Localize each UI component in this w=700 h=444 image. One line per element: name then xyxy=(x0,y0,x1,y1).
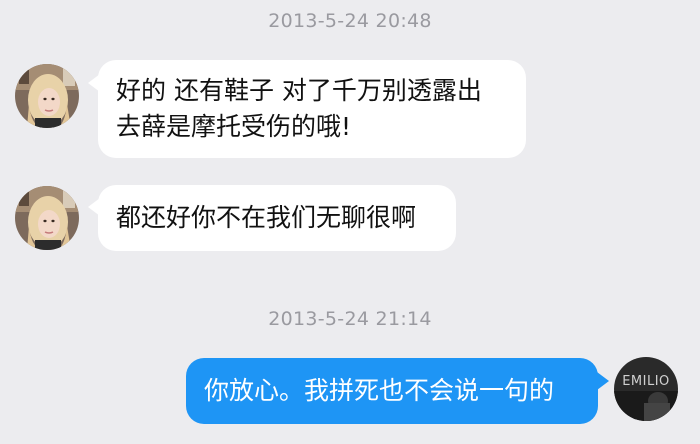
message-text-line: 好的 还有鞋子 对了千万别透露出 xyxy=(116,76,482,105)
self-avatar-text: EMILIO xyxy=(622,374,670,389)
timestamp-1: 2013-5-24 20:48 xyxy=(268,10,432,32)
self-photo-icon: EMILIO xyxy=(614,357,678,421)
contact-avatar-2[interactable] xyxy=(15,186,79,250)
message-bubble-2[interactable]: 都还好你不在我们无聊很啊 xyxy=(98,185,456,251)
self-avatar[interactable]: EMILIO xyxy=(614,357,678,421)
message-bubble-3[interactable]: 你放心。我拼死也不会说一句的 xyxy=(186,358,598,424)
message-text-line: 都还好你不在我们无聊很啊 xyxy=(116,203,417,232)
timestamp-2: 2013-5-24 21:14 xyxy=(268,308,432,330)
bubble-tail xyxy=(597,372,609,390)
message-bubble-1[interactable]: 好的 还有鞋子 对了千万别透露出 去薛是摩托受伤的哦! xyxy=(98,60,526,158)
message-text-line: 你放心。我拼死也不会说一句的 xyxy=(204,376,555,405)
message-text-line: 去薛是摩托受伤的哦! xyxy=(116,112,352,141)
contact-photo-icon xyxy=(15,64,79,128)
contact-avatar-1[interactable] xyxy=(15,64,79,128)
contact-photo-icon xyxy=(15,186,79,250)
